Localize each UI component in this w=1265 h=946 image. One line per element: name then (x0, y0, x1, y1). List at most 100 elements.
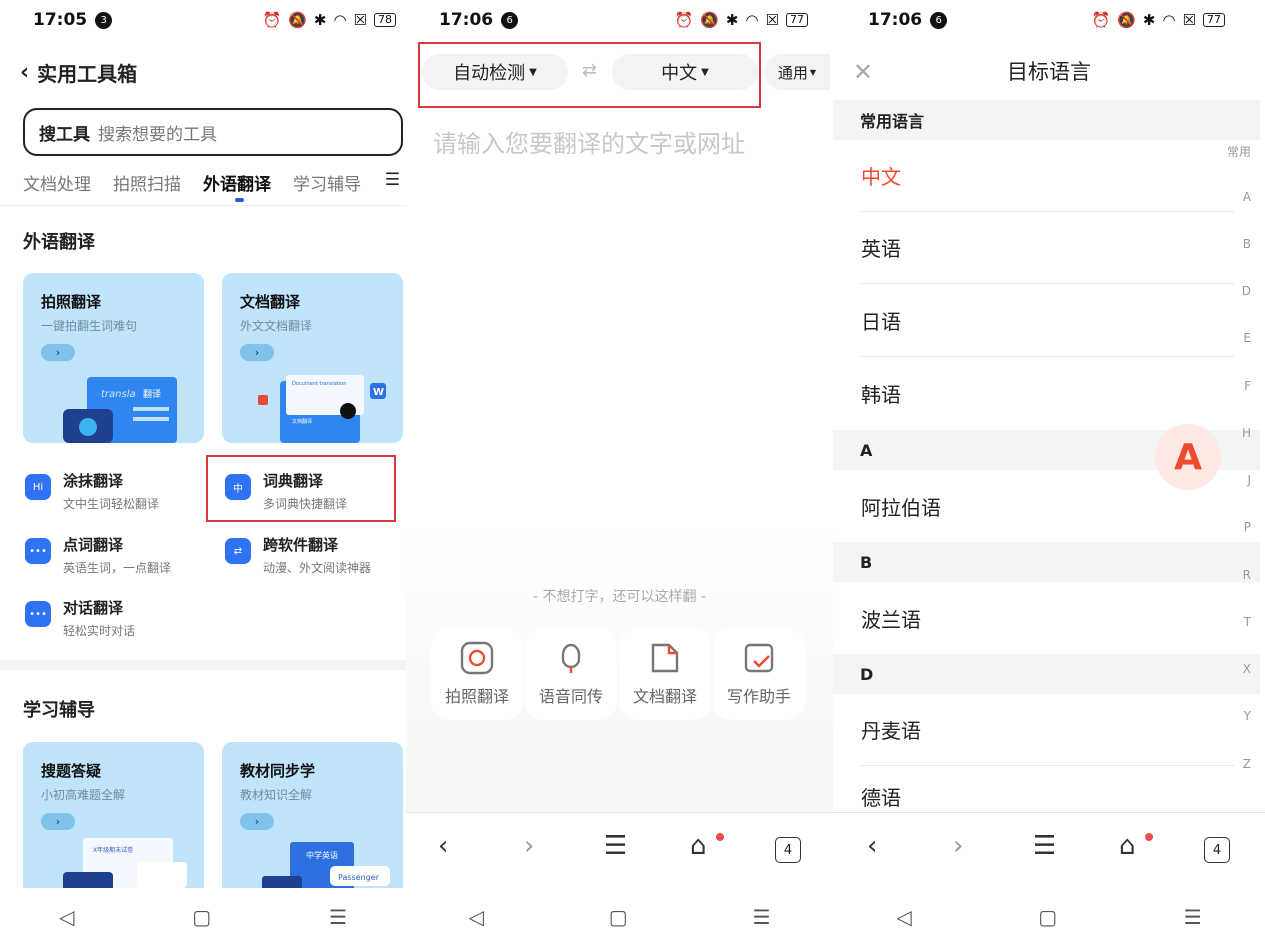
battery-icon: 77 (1203, 13, 1225, 27)
home-icon[interactable]: ⌂ (1119, 831, 1136, 861)
forward-icon[interactable]: › (524, 831, 534, 861)
language-item-polish[interactable]: 波兰语 (861, 582, 1234, 654)
index-a[interactable]: A (1243, 190, 1251, 204)
quick-action-label: 拍照翻译 (444, 687, 509, 706)
highlight-box (206, 455, 396, 522)
nav-back-icon[interactable]: ◁ (896, 905, 911, 929)
tool-search-input[interactable]: 搜工具 搜索想要的工具 (23, 108, 403, 156)
wifi-icon: ◠ (1162, 11, 1176, 29)
camera-icon (460, 641, 494, 675)
tab-menu-icon[interactable]: ☰ (378, 170, 400, 190)
index-d[interactable]: D (1242, 284, 1251, 298)
nav-home-icon[interactable]: ▢ (192, 905, 211, 929)
tab-doc[interactable]: 文档处理 (23, 170, 91, 195)
sim-icon: ☒ (353, 11, 367, 29)
index-z[interactable]: Z (1243, 757, 1251, 771)
quick-photo-translate[interactable]: 拍照翻译 (431, 628, 523, 720)
group-header-common: 常用语言 (833, 100, 1260, 140)
nav-menu-icon[interactable]: ☰ (329, 905, 347, 929)
index-b[interactable]: B (1243, 237, 1251, 251)
tab-translate[interactable]: 外语翻译 (203, 170, 271, 202)
index-j[interactable]: J (1247, 473, 1251, 487)
index-t[interactable]: T (1244, 615, 1251, 629)
smear-translate-icon: Hi (25, 474, 51, 500)
status-bar: 17:05 3 ⏰ 🔕 ✱ ◠ ☒ 78 (0, 0, 406, 40)
wifi-icon: ◠ (745, 11, 759, 29)
camera-illustration: transla 翻译 (63, 377, 177, 443)
index-y[interactable]: Y (1244, 709, 1251, 723)
language-item-english[interactable]: 英语 (861, 212, 1234, 284)
back-arrow-icon[interactable]: ‹ (20, 60, 29, 85)
tool-name: 对话翻译 (63, 599, 124, 617)
card-textbook-study[interactable]: 教材同步学 教材知识全解 › 中学英语 Passenger (222, 742, 403, 912)
nav-home-icon[interactable]: ▢ (1038, 905, 1057, 929)
mode-select[interactable]: 通用 ▼ (764, 54, 830, 90)
nav-menu-icon[interactable]: ☰ (1184, 905, 1202, 929)
click-translate-icon: ••• (25, 538, 51, 564)
index-h[interactable]: H (1242, 426, 1251, 440)
word-badge: W (373, 387, 384, 398)
art-text: X年级期末试卷 (93, 846, 133, 854)
tool-smear-translate[interactable]: Hi 涂抹翻译 文中生词轻松翻译 (25, 470, 159, 512)
tab-scan[interactable]: 拍照扫描 (113, 170, 181, 195)
tool-cross-app-translate[interactable]: ⇄ 跨软件翻译 动漫、外文阅读神器 (225, 534, 371, 576)
alarm-icon: ⏰ (674, 11, 694, 29)
tool-dialog-translate[interactable]: ••• 对话翻译 轻松实时对话 (25, 597, 135, 639)
wifi-icon: ◠ (333, 11, 347, 29)
index-x[interactable]: X (1243, 662, 1251, 676)
card-question-answer[interactable]: 搜题答疑 小初高难题全解 › X年级期末试卷 (23, 742, 204, 912)
bluetooth-icon: ✱ (1142, 11, 1156, 29)
language-item-danish[interactable]: 丹麦语 (861, 694, 1234, 766)
index-common[interactable]: 常用 (1227, 143, 1251, 160)
battery-icon: 77 (786, 13, 808, 27)
home-icon[interactable]: ⌂ (690, 831, 707, 861)
tab-count-button[interactable]: 4 (775, 837, 801, 863)
tab-study[interactable]: 学习辅导 (293, 170, 361, 195)
index-r[interactable]: R (1243, 568, 1251, 582)
quick-doc-translate[interactable]: 文档翻译 (619, 628, 711, 720)
art-text: transla (101, 389, 136, 400)
cross-app-translate-icon: ⇄ (225, 538, 251, 564)
sim-icon: ☒ (1182, 11, 1196, 29)
language-item-korean[interactable]: 韩语 (861, 357, 1234, 429)
nav-menu-icon[interactable]: ☰ (753, 905, 771, 929)
page-title: 实用工具箱 (37, 62, 138, 86)
quick-writing-assistant[interactable]: 写作助手 (713, 628, 805, 720)
menu-icon[interactable]: ☰ (604, 831, 627, 861)
page-header: ‹ 实用工具箱 (20, 58, 137, 87)
translate-input[interactable]: 请输入您要翻译的文字或网址 (433, 124, 745, 159)
forward-icon[interactable]: › (953, 831, 963, 861)
index-e[interactable]: E (1243, 331, 1251, 345)
card-photo-translate[interactable]: 拍照翻译 一键拍翻生词难句 › transla 翻译 (23, 273, 204, 443)
notification-count: 3 (95, 11, 113, 29)
group-header-b: B (833, 542, 1260, 582)
nav-home-icon[interactable]: ▢ (609, 905, 628, 929)
chevron-right-icon: › (240, 813, 274, 830)
chevron-right-icon: › (41, 344, 75, 361)
nav-back-icon[interactable]: ◁ (468, 905, 483, 929)
back-icon[interactable]: ‹ (438, 831, 448, 861)
textbook-illustration: 中学英语 Passenger (262, 842, 390, 892)
status-time: 17:06 (868, 10, 923, 30)
translate-screen: 17:06 6 ⏰ 🔕 ✱ ◠ ☒ 77 自动检测 ▼ ⇄ 中文 ▼ 通用 ▼ … (406, 0, 833, 946)
passenger-badge: Passenger (338, 873, 380, 882)
card-doc-translate[interactable]: 文档翻译 外文文档翻译 › Document translation 文档翻译 … (222, 273, 403, 443)
menu-icon[interactable]: ☰ (1033, 831, 1056, 861)
group-header-d: D (833, 654, 1260, 694)
document-icon (651, 643, 679, 673)
language-item-japanese[interactable]: 日语 (861, 285, 1234, 357)
art-label: 翻译 (143, 389, 161, 400)
language-item-chinese[interactable]: 中文 (861, 140, 1234, 212)
index-p[interactable]: P (1244, 520, 1251, 534)
nav-back-icon[interactable]: ◁ (59, 905, 74, 929)
browser-toolbar: ‹ › ☰ ⌂ 4 (833, 812, 1265, 888)
tab-count-button[interactable]: 4 (1204, 837, 1230, 863)
back-icon[interactable]: ‹ (867, 831, 877, 861)
index-f[interactable]: F (1244, 379, 1251, 393)
target-language-screen: 17:06 6 ⏰ 🔕 ✱ ◠ ☒ 77 ✕ 目标语言 常用语言 中文 英语 日… (833, 0, 1265, 946)
tool-name: 涂抹翻译 (63, 472, 124, 490)
tool-click-translate[interactable]: ••• 点词翻译 英语生词，一点翻译 (25, 534, 171, 576)
quick-voice-translate[interactable]: 语音同传 (525, 628, 617, 720)
art-text: 中学英语 (306, 850, 338, 860)
mode-label: 通用 (777, 63, 808, 82)
